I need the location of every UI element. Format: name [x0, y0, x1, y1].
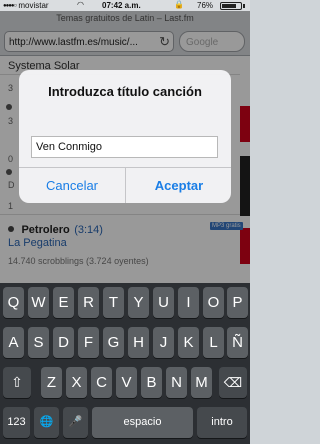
key-n[interactable]: N: [166, 367, 187, 398]
prompt-dialog: Introduzca título canción Cancelar Acept…: [19, 70, 231, 203]
status-bar: ●●●●○ movistar ◠ 07:42 a.m. 🔒 76%: [0, 0, 250, 11]
key-f[interactable]: F: [78, 327, 99, 358]
return-key[interactable]: intro: [197, 407, 247, 438]
space-key[interactable]: espacio: [92, 407, 193, 438]
wifi-icon: ◠: [77, 0, 84, 9]
keyboard-row-3: ⇧ Z X C V B N M ⌫: [0, 367, 250, 398]
on-screen-keyboard: Q W E R T Y U I O P A S D F G H J K L Ñ …: [0, 283, 250, 444]
key-c[interactable]: C: [91, 367, 112, 398]
key-k[interactable]: K: [178, 327, 199, 358]
key-h[interactable]: H: [128, 327, 149, 358]
key-b[interactable]: B: [141, 367, 162, 398]
globe-icon[interactable]: 🌐: [34, 407, 59, 438]
carrier-label: ●●●●○ movistar: [3, 1, 49, 10]
key-i[interactable]: I: [178, 287, 199, 318]
key-w[interactable]: W: [28, 287, 49, 318]
keyboard-row-2: A S D F G H J K L Ñ: [0, 327, 250, 358]
microphone-icon[interactable]: 🎤: [63, 407, 88, 438]
keyboard-row-4: 123 🌐 🎤 espacio intro: [0, 407, 250, 438]
key-q[interactable]: Q: [3, 287, 24, 318]
numbers-key[interactable]: 123: [3, 407, 30, 438]
key-z[interactable]: Z: [41, 367, 62, 398]
key-g[interactable]: G: [103, 327, 124, 358]
key-d[interactable]: D: [53, 327, 74, 358]
key-e[interactable]: E: [53, 287, 74, 318]
key-p[interactable]: P: [227, 287, 248, 318]
battery-fill: [222, 4, 236, 8]
key-u[interactable]: U: [153, 287, 174, 318]
song-title-input[interactable]: [31, 136, 218, 158]
key-x[interactable]: X: [66, 367, 87, 398]
battery-percent: 76%: [197, 1, 214, 10]
dialog-title: Introduzca título canción: [48, 84, 202, 99]
key-j[interactable]: J: [153, 327, 174, 358]
key-y[interactable]: Y: [128, 287, 149, 318]
cancel-button[interactable]: Cancelar: [19, 168, 125, 203]
shift-icon[interactable]: ⇧: [3, 367, 31, 398]
battery-tip: [243, 4, 245, 8]
key-a[interactable]: A: [3, 327, 24, 358]
accept-button[interactable]: Aceptar: [126, 168, 231, 203]
delete-icon[interactable]: ⌫: [219, 367, 247, 398]
signal-bars-icon: ●●●●○: [3, 3, 17, 9]
clock: 07:42 a.m.: [102, 1, 141, 10]
key-r[interactable]: R: [78, 287, 99, 318]
key-n-tilde[interactable]: Ñ: [227, 327, 248, 358]
key-m[interactable]: M: [191, 367, 212, 398]
keyboard-row-1: Q W E R T Y U I O P: [0, 287, 250, 318]
key-v[interactable]: V: [116, 367, 137, 398]
key-o[interactable]: O: [203, 287, 224, 318]
key-t[interactable]: T: [103, 287, 124, 318]
key-s[interactable]: S: [28, 327, 49, 358]
orientation-lock-icon: 🔒: [174, 0, 184, 9]
battery-icon: [220, 2, 242, 10]
key-l[interactable]: L: [203, 327, 224, 358]
